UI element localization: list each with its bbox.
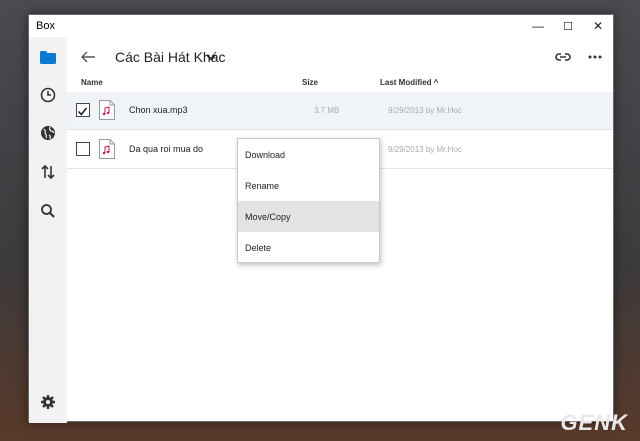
audio-file-icon xyxy=(99,100,115,120)
menu-item-rename[interactable]: Rename xyxy=(238,170,379,201)
genk-watermark-logo: GENK xyxy=(560,410,628,435)
file-name[interactable]: Da qua roi mua do xyxy=(129,144,203,154)
file-size: 3.7 MB xyxy=(314,106,340,115)
window-title: Box xyxy=(36,20,55,32)
row-checkbox[interactable] xyxy=(76,103,90,117)
sidebar xyxy=(29,37,67,423)
column-header-last-modified[interactable]: Last Modified ^ xyxy=(380,78,438,87)
title-bar: Box — ☐ ✕ xyxy=(29,15,613,37)
gear-icon[interactable] xyxy=(38,392,58,412)
menu-item-delete[interactable]: Delete xyxy=(238,232,379,263)
file-row[interactable]: Chon xua.mp3 3.7 MB 9/29/2013 by Mr.Hoc xyxy=(67,92,613,130)
search-icon[interactable] xyxy=(38,201,58,221)
menu-item-move-copy[interactable]: Move/Copy xyxy=(238,201,379,232)
context-menu: Download Rename Move/Copy Delete xyxy=(237,138,380,263)
folder-header: Các Bài Hát Khác xyxy=(67,37,613,77)
close-button[interactable]: ✕ xyxy=(583,15,613,37)
maximize-button[interactable]: ☐ xyxy=(553,15,583,37)
row-checkbox[interactable] xyxy=(76,142,90,156)
main-content: Các Bài Hát Khác Name Size Last Modified… xyxy=(67,37,613,421)
app-window: Box — ☐ ✕ Các Bài Hát Khác Name Size Las… xyxy=(28,14,614,423)
file-modified: 9/29/2013 by Mr.Hoc xyxy=(388,106,462,115)
file-name[interactable]: Chon xua.mp3 xyxy=(129,105,188,115)
link-icon[interactable] xyxy=(555,49,571,65)
column-header-name[interactable]: Name xyxy=(81,78,103,87)
globe-icon[interactable] xyxy=(38,123,58,143)
minimize-button[interactable]: — xyxy=(523,15,553,37)
folder-icon[interactable] xyxy=(38,47,58,67)
chevron-down-icon[interactable] xyxy=(206,53,216,61)
file-modified: 9/29/2013 by Mr.Hoc xyxy=(388,145,462,154)
clock-icon[interactable] xyxy=(38,85,58,105)
more-options-icon[interactable] xyxy=(587,49,603,65)
audio-file-icon xyxy=(99,139,115,159)
menu-item-download[interactable]: Download xyxy=(238,139,379,170)
back-arrow-icon[interactable] xyxy=(79,48,97,66)
transfer-icon[interactable] xyxy=(38,162,58,182)
column-header-size[interactable]: Size xyxy=(302,78,318,87)
checkmark-icon xyxy=(77,107,88,116)
